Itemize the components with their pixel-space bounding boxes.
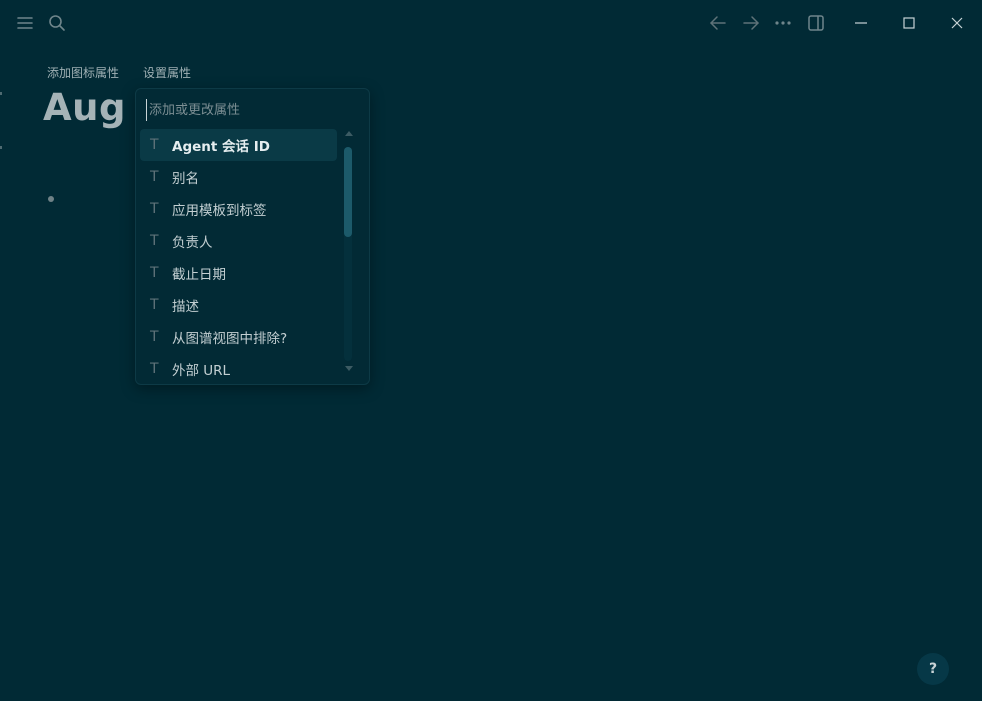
text-type-icon: T [150, 297, 159, 313]
scroll-down-arrow-icon[interactable] [345, 366, 353, 371]
close-icon[interactable] [946, 12, 968, 34]
property-item-description[interactable]: T 描述 [140, 289, 337, 321]
property-search-input[interactable] [146, 99, 359, 121]
sidebar-toggle-icon[interactable] [805, 12, 827, 34]
property-label: Agent 会话 ID [172, 139, 270, 155]
property-item-agent-session-id[interactable]: T Agent 会话 ID [140, 129, 337, 161]
property-item-apply-template[interactable]: T 应用模板到标签 [140, 193, 337, 225]
property-label: 应用模板到标签 [172, 203, 267, 219]
add-icon-property-button[interactable]: 添加图标属性 [47, 64, 119, 81]
more-icon[interactable] [772, 12, 794, 34]
text-type-icon: T [150, 201, 159, 217]
text-type-icon: T [150, 265, 159, 281]
property-label: 描述 [172, 299, 199, 315]
property-item-alias[interactable]: T 别名 [140, 161, 337, 193]
property-list-scrollbar[interactable] [343, 131, 355, 381]
block-bullet[interactable] [48, 196, 54, 202]
text-type-icon: T [150, 329, 159, 345]
property-actions: 添加图标属性 设置属性 [47, 64, 191, 81]
edge-mark [0, 92, 2, 95]
text-type-icon: T [150, 169, 159, 185]
property-item-external-url[interactable]: T 外部 URL [140, 353, 337, 384]
arrow-right-icon[interactable] [740, 12, 762, 34]
help-button[interactable]: ? [917, 653, 949, 685]
arrow-left-icon[interactable] [707, 12, 729, 34]
title-bar [0, 0, 982, 46]
property-label: 外部 URL [172, 363, 231, 379]
property-label: 别名 [172, 171, 199, 187]
property-list: T Agent 会话 ID T 别名 T 应用模板到标签 T 负责人 T 截止日… [140, 129, 337, 384]
set-property-button[interactable]: 设置属性 [143, 64, 191, 81]
maximize-icon[interactable] [898, 12, 920, 34]
edge-mark [0, 146, 2, 149]
property-item-deadline[interactable]: T 截止日期 [140, 257, 337, 289]
menu-icon[interactable] [14, 12, 36, 34]
property-item-exclude-graph[interactable]: T 从图谱视图中排除? [140, 321, 337, 353]
text-type-icon: T [150, 137, 159, 153]
search-icon[interactable] [46, 12, 68, 34]
text-type-icon: T [150, 233, 159, 249]
property-label: 截止日期 [172, 267, 226, 283]
property-popup: T Agent 会话 ID T 别名 T 应用模板到标签 T 负责人 T 截止日… [135, 88, 370, 385]
scroll-up-arrow-icon[interactable] [345, 131, 353, 136]
scroll-thumb[interactable] [344, 147, 352, 237]
app-window: 添加图标属性 设置属性 Aug 7 T Agent 会话 ID T 别名 T 应… [0, 0, 982, 701]
property-label: 负责人 [172, 235, 213, 251]
property-item-owner[interactable]: T 负责人 [140, 225, 337, 257]
minimize-icon[interactable] [850, 12, 872, 34]
text-type-icon: T [150, 361, 159, 377]
property-label: 从图谱视图中排除? [172, 331, 288, 347]
